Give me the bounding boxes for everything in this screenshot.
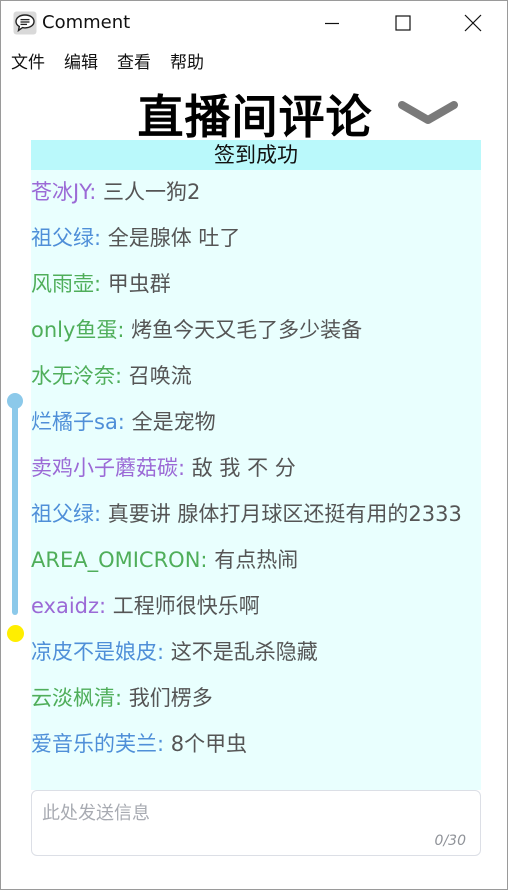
- comment-item: only鱼蛋: 烤鱼今天又毛了多少装备: [31, 310, 481, 356]
- comment-item: exaidz: 工程师很快乐啊: [31, 586, 481, 632]
- scroll-slider-handle[interactable]: [7, 393, 23, 409]
- comment-item: 风雨壶: 甲虫群: [31, 264, 481, 310]
- scroll-slider-track[interactable]: [12, 401, 18, 615]
- comment-text: 这不是乱杀隐藏: [164, 640, 318, 664]
- maximize-button[interactable]: [368, 1, 438, 45]
- minimize-icon: [325, 22, 339, 25]
- comment-text: 工程师很快乐啊: [106, 594, 260, 618]
- comment-username: 爱音乐的芙兰:: [31, 732, 165, 756]
- comment-text: 8个甲虫: [164, 732, 248, 756]
- comment-list: 苍冰JY: 三人一狗2 祖父绿: 全是腺体 吐了 风雨壶: 甲虫群 only鱼蛋: 烤…: [31, 170, 481, 770]
- heading: 直播间评论: [1, 79, 508, 144]
- comment-username: 烂橘子sa:: [31, 410, 125, 434]
- char-count: 0/30: [434, 833, 466, 849]
- comment-username: 苍冰JY:: [31, 180, 97, 204]
- comment-item: 祖父绿: 全是腺体 吐了: [31, 218, 481, 264]
- menu-edit[interactable]: 编辑: [54, 49, 107, 77]
- chevron-down-icon[interactable]: [397, 99, 459, 127]
- comment-text: 甲虫群: [101, 272, 171, 296]
- comment-username: 凉皮不是娘皮:: [31, 640, 165, 664]
- comment-item: 卖鸡小子蘑菇碳: 敌 我 不 分: [31, 448, 481, 494]
- comment-text: 敌 我 不 分: [185, 456, 296, 480]
- comment-text: 全是宠物: [124, 410, 216, 434]
- comment-panel[interactable]: 签到成功 苍冰JY: 三人一狗2 祖父绿: 全是腺体 吐了 风雨壶: 甲虫群 only…: [31, 140, 481, 790]
- message-input-box: 0/30: [31, 790, 481, 856]
- comment-text: 真要讲 腺体打月球区还挺有用的2333: [101, 502, 462, 526]
- comment-item: 云淡枫清: 我们楞多: [31, 678, 481, 724]
- comment-username: 祖父绿:: [31, 226, 102, 250]
- comment-item: 烂橘子sa: 全是宠物: [31, 402, 481, 448]
- comment-window: Comment 文件 编辑 查看 帮助 直播间评论 签到成功 苍冰JY: 三人一…: [0, 0, 508, 890]
- comment-text: 召唤流: [122, 364, 192, 388]
- comment-username: 卖鸡小子蘑菇碳:: [31, 456, 186, 480]
- comment-item: 苍冰JY: 三人一狗2: [31, 172, 481, 218]
- comment-username: exaidz:: [31, 594, 107, 618]
- comment-text: 烤鱼今天又毛了多少装备: [124, 318, 363, 342]
- comment-username: AREA_OMICRON:: [31, 548, 208, 572]
- speech-bubble-icon: [13, 11, 37, 35]
- close-icon: [464, 14, 482, 32]
- comment-item: 凉皮不是娘皮: 这不是乱杀隐藏: [31, 632, 481, 678]
- comment-item: AREA_OMICRON: 有点热闹: [31, 540, 481, 586]
- comment-item: 祖父绿: 真要讲 腺体打月球区还挺有用的2333: [31, 494, 481, 540]
- close-button[interactable]: [438, 1, 508, 45]
- checkin-banner: 签到成功: [31, 140, 481, 170]
- minimize-button[interactable]: [297, 1, 367, 45]
- comment-text: 全是腺体 吐了: [101, 226, 241, 250]
- comment-username: only鱼蛋:: [31, 318, 125, 342]
- window-title: Comment: [42, 12, 131, 33]
- comment-text: 有点热闹: [207, 548, 299, 572]
- comment-text: 三人一狗2: [96, 180, 201, 204]
- maximize-icon: [395, 15, 411, 31]
- message-input[interactable]: [32, 791, 480, 855]
- comment-username: 祖父绿:: [31, 502, 102, 526]
- comment-item: 水无泠奈: 召唤流: [31, 356, 481, 402]
- comment-username: 云淡枫清:: [31, 686, 123, 710]
- position-marker: [7, 625, 24, 642]
- comment-item: 爱音乐的芙兰: 8个甲虫: [31, 724, 481, 770]
- title-bar[interactable]: Comment: [1, 1, 507, 45]
- comment-text: 我们楞多: [122, 686, 213, 710]
- comment-username: 水无泠奈:: [31, 364, 123, 388]
- menu-file[interactable]: 文件: [1, 49, 54, 77]
- menu-view[interactable]: 查看: [107, 49, 160, 77]
- comment-username: 风雨壶:: [31, 272, 102, 296]
- menu-bar: 文件 编辑 查看 帮助: [1, 49, 213, 77]
- menu-help[interactable]: 帮助: [160, 49, 213, 77]
